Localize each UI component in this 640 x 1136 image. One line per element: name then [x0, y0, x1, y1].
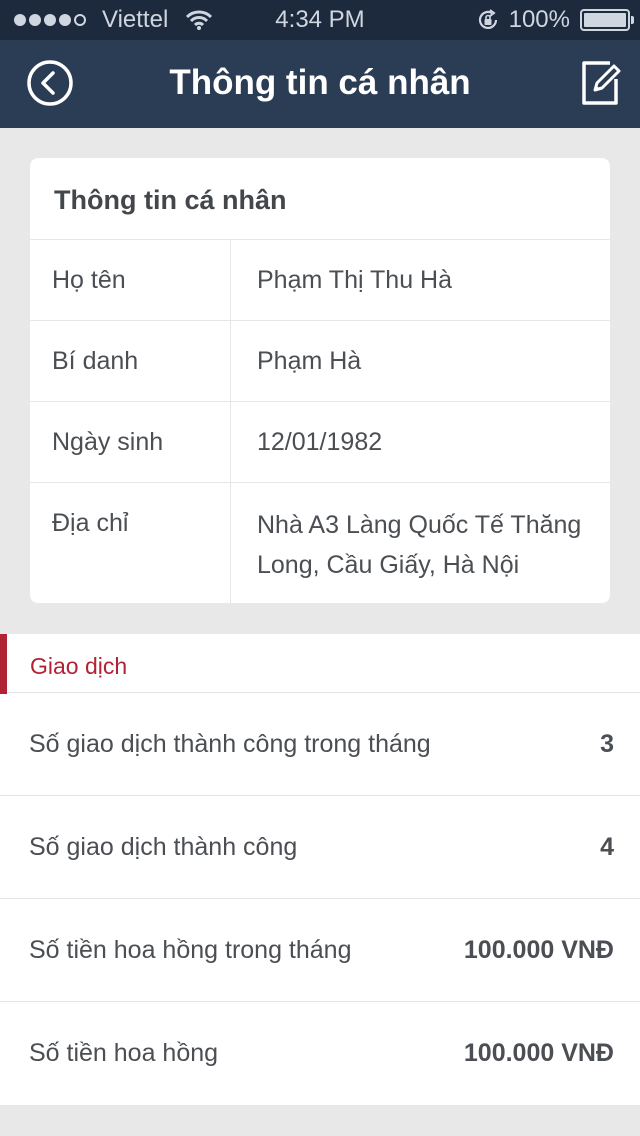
info-value: Nhà A3 Làng Quốc Tế Thăng Long, Cầu Giấy… [257, 511, 582, 579]
tx-label: Số giao dịch thành công [29, 832, 298, 861]
info-row-birthday: Ngày sinh 12/01/1982 [30, 402, 610, 483]
info-value: Phạm Hà [257, 347, 362, 375]
list-item: Số tiền hoa hồng 100.000 VNĐ [0, 1002, 640, 1105]
info-label: Địa chỉ [30, 483, 231, 603]
edit-icon[interactable] [580, 57, 622, 107]
tx-label: Số giao dịch thành công trong tháng [29, 729, 431, 758]
status-bar: Viettel 4:34 PM 100% [0, 0, 640, 40]
tx-label: Số tiền hoa hồng [29, 1039, 219, 1067]
info-label: Bí danh [30, 321, 231, 401]
transactions-section: Giao dịch Số giao dịch thành công trong … [0, 634, 640, 1105]
info-value: 12/01/1982 [257, 428, 383, 456]
list-item: Số tiền hoa hồng trong tháng 100.000 VNĐ [0, 899, 640, 1002]
tx-label: Số tiền hoa hồng trong tháng [29, 935, 352, 964]
info-value: Phạm Thị Thu Hà [257, 266, 453, 294]
profile-card-title: Thông tin cá nhân [30, 158, 610, 240]
tx-value: 100.000 VNĐ [463, 1039, 614, 1067]
info-label: Ngày sinh [30, 402, 231, 482]
profile-card: Thông tin cá nhân Họ tên Phạm Thị Thu Hà… [30, 158, 610, 603]
nav-bar: Thông tin cá nhân [0, 40, 640, 128]
info-row-alias: Bí danh Phạm Hà [30, 321, 610, 402]
tx-value: 3 [600, 729, 614, 758]
rotation-lock-icon [478, 9, 497, 29]
battery-percent: 100% [508, 6, 570, 33]
info-row-address: Địa chỉ Nhà A3 Làng Quốc Tế Thăng Long, … [30, 483, 610, 603]
list-item: Số giao dịch thành công trong tháng 3 [0, 693, 640, 796]
list-item: Số giao dịch thành công 4 [0, 796, 640, 899]
transactions-header: Giao dịch [0, 634, 640, 694]
tx-value: 4 [600, 832, 614, 861]
info-row-full-name: Họ tên Phạm Thị Thu Hà [30, 240, 610, 321]
tx-value: 100.000 VNĐ [463, 935, 614, 964]
battery-icon [580, 9, 634, 31]
page-title: Thông tin cá nhân [169, 63, 471, 102]
status-right: 100% [477, 6, 634, 34]
info-label: Họ tên [30, 240, 231, 320]
